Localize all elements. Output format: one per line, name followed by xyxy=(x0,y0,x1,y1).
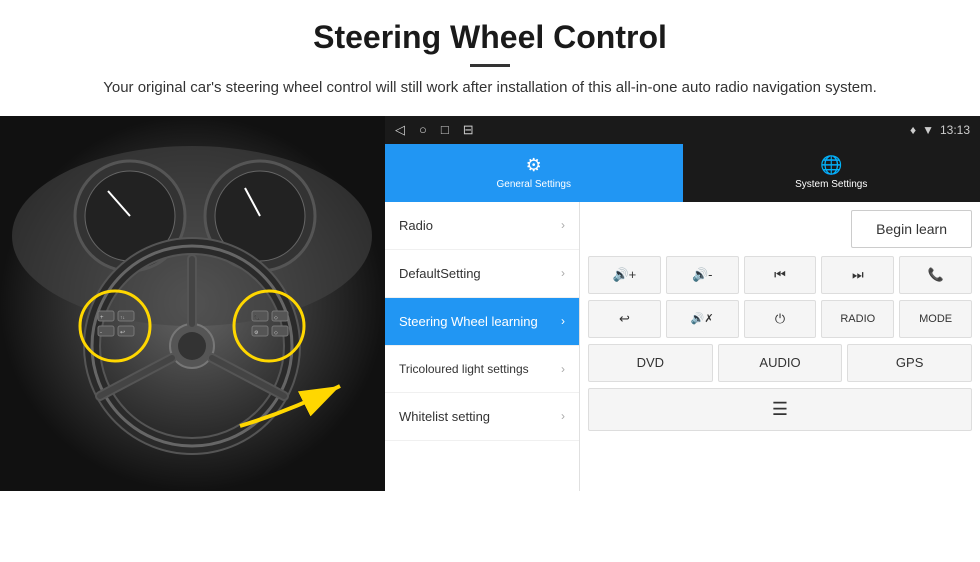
vol-up-btn[interactable]: 🔊+ xyxy=(588,256,661,294)
tab-system-label: System Settings xyxy=(795,179,867,190)
home-icon[interactable]: ○ xyxy=(419,122,427,137)
right-panel: Begin learn 🔊+ 🔊- ⏮ ⏭ 📞 ↩ 🔊✗ ⏻ RADIO MOD xyxy=(580,202,980,491)
mute-btn[interactable]: 🔊✗ xyxy=(666,300,739,338)
title-divider xyxy=(470,64,510,67)
begin-learn-button[interactable]: Begin learn xyxy=(851,210,972,248)
radio-ctrl-btn[interactable]: RADIO xyxy=(821,300,894,338)
tricoloured-chevron: › xyxy=(561,362,565,376)
menu-item-radio[interactable]: Radio › xyxy=(385,202,579,250)
back-icon[interactable]: ◁ xyxy=(395,122,405,138)
control-row-1: 🔊+ 🔊- ⏮ ⏭ 📞 xyxy=(588,256,972,294)
recents-icon[interactable]: □ xyxy=(441,122,449,137)
svg-text:↑↓: ↑↓ xyxy=(120,315,125,321)
screen-icon[interactable]: ⊟ xyxy=(463,122,474,138)
status-time: 13:13 xyxy=(940,123,970,137)
page-title: Steering Wheel Control xyxy=(60,18,920,56)
default-label: DefaultSetting xyxy=(399,266,481,281)
car-image-section: + - ↑↓ ↩ 📞 ⚙ ◇ ◇ xyxy=(0,116,385,491)
menu-item-default[interactable]: DefaultSetting › xyxy=(385,250,579,298)
svg-text:⚙: ⚙ xyxy=(254,330,259,336)
whitelist-label: Whitelist setting xyxy=(399,409,490,424)
power-btn[interactable]: ⏻ xyxy=(744,300,817,338)
general-settings-icon: ⚙ xyxy=(526,155,542,176)
gps-btn[interactable]: GPS xyxy=(847,344,972,382)
steering-label: Steering Wheel learning xyxy=(399,314,538,329)
tab-bar: ⚙ General Settings 🌐 System Settings xyxy=(385,144,980,202)
wifi-icon: ▼ xyxy=(922,123,934,137)
status-bar: ◁ ○ □ ⊟ ♦ ▼ 13:13 xyxy=(385,116,980,144)
tab-general-label: General Settings xyxy=(497,179,572,190)
system-settings-icon: 🌐 xyxy=(820,155,842,176)
mode-btn[interactable]: MODE xyxy=(899,300,972,338)
vol-down-btn[interactable]: 🔊- xyxy=(666,256,739,294)
svg-text:-: - xyxy=(100,330,102,336)
default-chevron: › xyxy=(561,266,565,280)
audio-btn[interactable]: AUDIO xyxy=(718,344,843,382)
control-row-2: ↩ 🔊✗ ⏻ RADIO MODE xyxy=(588,300,972,338)
menu-item-tricoloured[interactable]: Tricoloured light settings › xyxy=(385,346,579,393)
menu-item-steering[interactable]: Steering Wheel learning › xyxy=(385,298,579,346)
begin-learn-row: Begin learn xyxy=(588,210,972,248)
dvd-btn[interactable]: DVD xyxy=(588,344,713,382)
hangup-btn[interactable]: ↩ xyxy=(588,300,661,338)
steering-chevron: › xyxy=(561,314,565,328)
svg-text:◇: ◇ xyxy=(274,330,278,336)
control-row-3: DVD AUDIO GPS xyxy=(588,344,972,382)
prev-track-btn[interactable]: ⏮ xyxy=(744,256,817,294)
call-btn[interactable]: 📞 xyxy=(899,256,972,294)
menu-item-whitelist[interactable]: Whitelist setting › xyxy=(385,393,579,441)
radio-label: Radio xyxy=(399,218,433,233)
whitelist-chevron: › xyxy=(561,409,565,423)
radio-chevron: › xyxy=(561,218,565,232)
left-menu: Radio › DefaultSetting › Steering Wheel … xyxy=(385,202,580,491)
android-main: Radio › DefaultSetting › Steering Wheel … xyxy=(385,202,980,491)
main-content: + - ↑↓ ↩ 📞 ⚙ ◇ ◇ xyxy=(0,116,980,491)
svg-text:+: + xyxy=(100,315,104,321)
tab-system[interactable]: 🌐 System Settings xyxy=(683,144,980,202)
tricoloured-label: Tricoloured light settings xyxy=(399,362,529,376)
next-track-btn[interactable]: ⏭ xyxy=(821,256,894,294)
svg-text:◇: ◇ xyxy=(274,315,278,321)
control-row-4: ☰ xyxy=(588,388,972,431)
svg-text:📞: 📞 xyxy=(254,314,261,321)
page-header: Steering Wheel Control Your original car… xyxy=(0,0,980,110)
svg-text:↩: ↩ xyxy=(120,330,125,336)
page-subtitle: Your original car's steering wheel contr… xyxy=(60,77,920,100)
tab-general[interactable]: ⚙ General Settings xyxy=(385,144,683,202)
scan-btn[interactable]: ☰ xyxy=(588,388,972,431)
location-icon: ♦ xyxy=(910,123,916,137)
android-section: ◁ ○ □ ⊟ ♦ ▼ 13:13 ⚙ General Settings 🌐 S… xyxy=(385,116,980,491)
